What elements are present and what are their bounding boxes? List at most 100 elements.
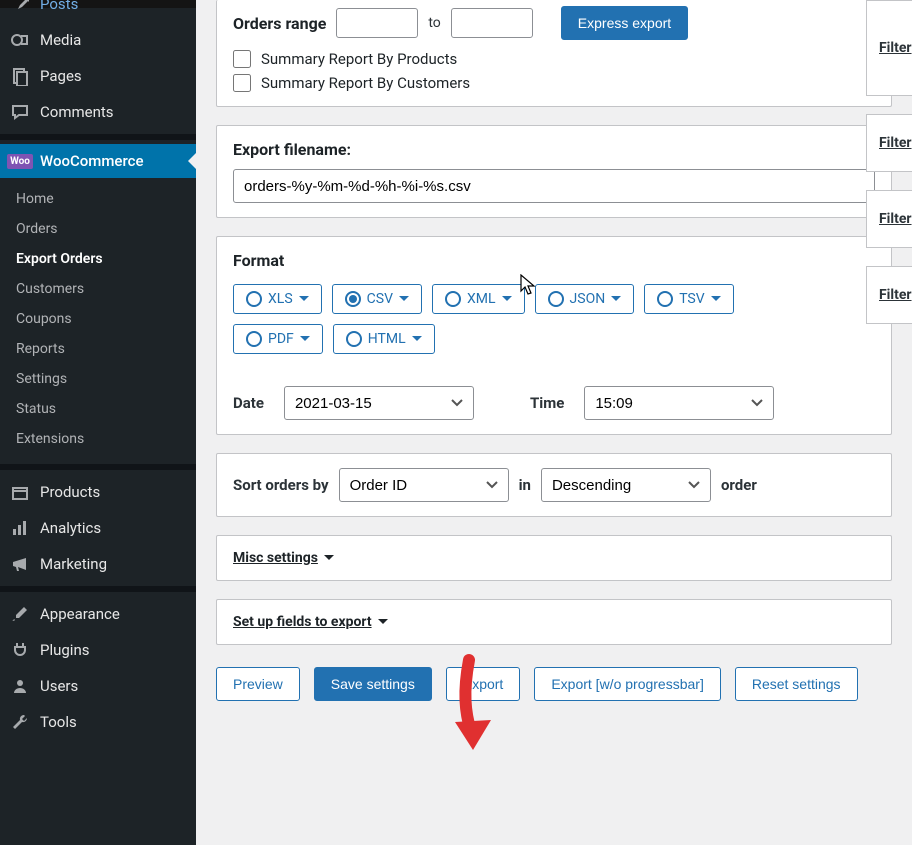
summary-products-label: Summary Report By Products: [261, 50, 457, 68]
woo-icon: Woo: [10, 154, 30, 169]
sort-by-label: Sort orders by: [233, 476, 329, 494]
media-icon: [10, 30, 30, 50]
date-label: Date: [233, 394, 264, 412]
menu-media[interactable]: Media: [0, 22, 196, 58]
format-xml[interactable]: XML: [432, 284, 525, 314]
fields-panel: Set up fields to export: [216, 599, 892, 645]
reset-settings-button[interactable]: Reset settings: [735, 667, 858, 701]
filename-label: Export filename:: [233, 140, 875, 159]
menu-label: Tools: [40, 713, 77, 731]
save-settings-button[interactable]: Save settings: [314, 667, 432, 701]
format-pdf[interactable]: PDF: [233, 324, 323, 354]
chevron-down-icon: [378, 619, 388, 629]
chevron-down-icon: [412, 336, 422, 346]
chevron-down-icon: [300, 336, 310, 346]
menu-posts[interactable]: Posts: [0, 0, 196, 22]
menu-label: Comments: [40, 103, 114, 121]
filename-panel: Export filename:: [216, 125, 892, 218]
format-json[interactable]: JSON: [535, 284, 635, 314]
wrench-icon: [10, 712, 30, 732]
menu-marketing[interactable]: Marketing: [0, 546, 196, 582]
preview-button[interactable]: Preview: [216, 667, 300, 701]
export-no-progress-button[interactable]: Export [w/o progressbar]: [534, 667, 721, 701]
filter-panel-4[interactable]: Filter: [866, 266, 912, 324]
brush-icon: [10, 604, 30, 624]
chevron-down-icon: [299, 296, 309, 306]
time-select[interactable]: 15:09: [584, 386, 774, 420]
admin-sidebar: Posts Media Pages Comments Woo WooCommer…: [0, 0, 196, 845]
pages-icon: [10, 66, 30, 86]
action-row: Preview Save settings Export Export [w/o…: [216, 667, 892, 701]
summary-customers-checkbox[interactable]: Summary Report By Customers: [233, 74, 470, 92]
date-select[interactable]: 2021-03-15: [284, 386, 474, 420]
submenu-customers[interactable]: Customers: [0, 274, 196, 304]
format-html[interactable]: HTML: [333, 324, 435, 354]
submenu-reports[interactable]: Reports: [0, 334, 196, 364]
format-tsv[interactable]: TSV: [644, 284, 733, 314]
submenu-home[interactable]: Home: [0, 184, 196, 214]
sort-field-select[interactable]: Order ID: [339, 468, 509, 502]
filter-panel-3[interactable]: Filter: [866, 190, 912, 248]
user-icon: [10, 676, 30, 696]
menu-products[interactable]: Products: [0, 474, 196, 510]
format-label: Format: [233, 251, 875, 270]
menu-woocommerce[interactable]: Woo WooCommerce: [0, 144, 196, 178]
setup-fields-toggle[interactable]: Set up fields to export: [233, 614, 388, 630]
chevron-down-icon: [611, 296, 621, 306]
orders-range-to[interactable]: [451, 8, 533, 38]
express-export-button[interactable]: Express export: [561, 6, 688, 40]
sort-direction-select[interactable]: Descending: [541, 468, 711, 502]
plug-icon: [10, 640, 30, 660]
menu-label: Appearance: [40, 605, 120, 623]
menu-label: Marketing: [40, 555, 107, 573]
chevron-down-icon: [399, 296, 409, 306]
menu-plugins[interactable]: Plugins: [0, 632, 196, 668]
orders-range-panel: Orders range to Express export Summary R…: [216, 0, 892, 107]
submenu-extensions[interactable]: Extensions: [0, 424, 196, 454]
orders-range-label: Orders range: [233, 14, 326, 33]
format-panel: Format XLS CSV XML JSON TSV PDF HTML Dat…: [216, 236, 892, 435]
submenu-settings[interactable]: Settings: [0, 364, 196, 394]
megaphone-icon: [10, 554, 30, 574]
summary-products-checkbox[interactable]: Summary Report By Products: [233, 50, 457, 68]
menu-users[interactable]: Users: [0, 668, 196, 704]
menu-label: WooCommerce: [40, 152, 144, 170]
chevron-down-icon: [502, 296, 512, 306]
menu-label: Users: [40, 677, 78, 695]
menu-tools[interactable]: Tools: [0, 704, 196, 740]
menu-appearance[interactable]: Appearance: [0, 596, 196, 632]
in-label: in: [519, 476, 531, 494]
submenu-coupons[interactable]: Coupons: [0, 304, 196, 334]
filter-panel-2[interactable]: Filter: [866, 114, 912, 172]
woo-submenu: Home Orders Export Orders Customers Coup…: [0, 178, 196, 460]
menu-label: Posts: [40, 0, 78, 13]
submenu-status[interactable]: Status: [0, 394, 196, 424]
summary-customers-label: Summary Report By Customers: [261, 74, 470, 92]
separator: [0, 586, 196, 592]
menu-comments[interactable]: Comments: [0, 94, 196, 130]
misc-settings-toggle[interactable]: Misc settings: [233, 550, 334, 566]
menu-analytics[interactable]: Analytics: [0, 510, 196, 546]
misc-panel: Misc settings: [216, 535, 892, 581]
format-csv[interactable]: CSV: [332, 284, 422, 314]
menu-label: Plugins: [40, 641, 89, 659]
time-label: Time: [530, 394, 564, 412]
submenu-orders[interactable]: Orders: [0, 214, 196, 244]
format-xls[interactable]: XLS: [233, 284, 322, 314]
order-label: order: [721, 476, 757, 494]
main-content: Orders range to Express export Summary R…: [196, 0, 912, 845]
menu-pages[interactable]: Pages: [0, 58, 196, 94]
menu-label: Pages: [40, 67, 82, 85]
export-button[interactable]: Export: [446, 667, 520, 701]
filter-panel-1[interactable]: Filter: [866, 0, 912, 96]
comment-icon: [10, 102, 30, 122]
chevron-down-icon: [324, 555, 334, 565]
filename-input[interactable]: [233, 169, 875, 203]
separator: [0, 134, 196, 140]
to-label: to: [428, 15, 440, 31]
orders-range-from[interactable]: [336, 8, 418, 38]
separator: [0, 464, 196, 470]
submenu-export-orders[interactable]: Export Orders: [0, 244, 196, 274]
chevron-down-icon: [711, 296, 721, 306]
menu-label: Products: [40, 483, 100, 501]
